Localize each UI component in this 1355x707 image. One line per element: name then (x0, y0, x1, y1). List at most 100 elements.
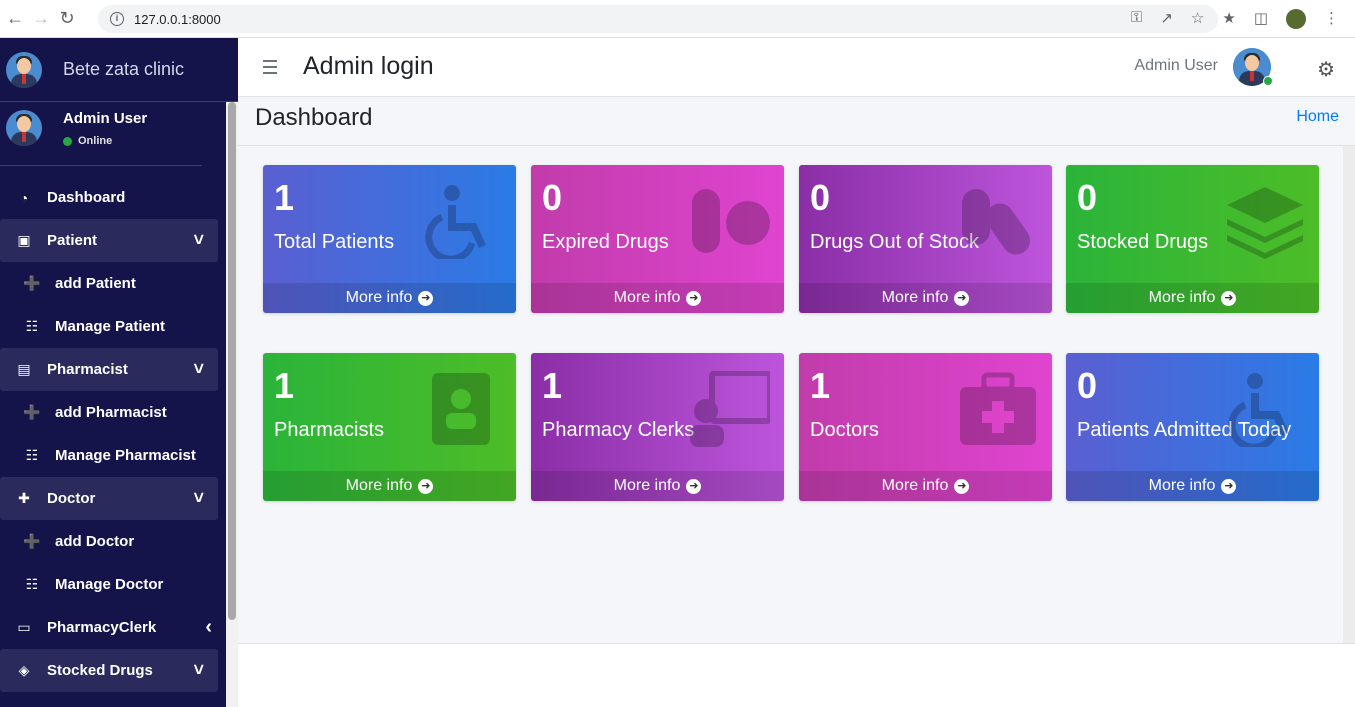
sidebar-item-label: Pharmacist (47, 361, 128, 378)
user-name[interactable]: Admin User (63, 110, 147, 127)
page-header-title: Admin login (303, 52, 434, 80)
more-info-link[interactable]: More info ➜ (1066, 283, 1319, 313)
sidebar-scrollbar[interactable] (226, 102, 238, 707)
more-info-label: More info (881, 477, 949, 494)
share-icon[interactable]: ↗ (1160, 9, 1173, 29)
sidebar-item-label: add Pharmacist (55, 404, 167, 421)
stat-label: Doctors (810, 419, 879, 441)
pills-icon (690, 183, 770, 259)
side-panel-icon[interactable]: ◫ (1254, 9, 1268, 29)
sidebar-item-label: Manage Patient (55, 318, 166, 335)
stat-count: 0 (810, 177, 831, 218)
arrow-circle-right-icon: ➜ (954, 290, 970, 306)
star-icon[interactable]: ☆ (1191, 9, 1204, 29)
stat-label: Stocked Drugs (1077, 231, 1209, 253)
chalkboard-teacher-icon: ▭ (17, 619, 31, 635)
sidebar-item-label: Stocked Drugs (47, 662, 153, 679)
layers-icon (1225, 183, 1305, 259)
stat-card-total-patients: 1 Total Patients More info ➜ (263, 165, 516, 313)
menu-kebab-icon[interactable]: ⋮ (1324, 9, 1339, 29)
stat-label: Total Patients (274, 231, 395, 253)
sidebar-item-add-patient[interactable]: ➕ add Patient (0, 262, 226, 305)
more-info-label: More info (881, 289, 949, 306)
sidebar-item-stocked-drugs[interactable]: ◈ Stocked Drugs ˅ (0, 649, 218, 692)
page-footer (238, 643, 1355, 707)
header-user-avatar[interactable] (1233, 48, 1273, 86)
user-avatar[interactable] (6, 110, 42, 146)
arrow-circle-right-icon: ➜ (1221, 478, 1237, 494)
more-info-link[interactable]: More info ➜ (263, 471, 516, 501)
more-info-label: More info (345, 477, 413, 494)
more-info-link[interactable]: More info ➜ (263, 283, 516, 313)
chevron-down-icon: ˅ (193, 660, 204, 680)
breadcrumb-home[interactable]: Home (1296, 108, 1339, 126)
more-info-link[interactable]: More info ➜ (799, 283, 1052, 313)
key-icon[interactable]: ⚿ (1131, 9, 1142, 29)
more-info-label: More info (1148, 477, 1216, 494)
sidebar-item-label: add Patient (55, 275, 136, 292)
address-book-icon (422, 371, 502, 447)
grid-icon: ☷ (25, 576, 39, 592)
more-info-link[interactable]: More info ➜ (799, 471, 1052, 501)
top-navbar: Admin login Admin User ⚙ (238, 38, 1355, 97)
sidebar-item-label: PharmacyClerk (47, 619, 157, 636)
brand-link[interactable]: Bete zata clinic (0, 38, 238, 102)
stat-count: 0 (1077, 365, 1098, 406)
chevron-down-icon: ˅ (193, 488, 204, 508)
more-info-label: More info (345, 289, 413, 306)
sidebar-item-label: Doctor (47, 490, 96, 507)
layers-icon: ◈ (18, 662, 30, 678)
gear-icon[interactable]: ⚙ (1317, 57, 1335, 82)
more-info-label: More info (1148, 289, 1216, 306)
sidebar-item-manage-doctor[interactable]: ☷ Manage Doctor (0, 563, 226, 606)
sidebar: Bete zata clinic Admin User Online ◔ Dash… (0, 38, 238, 707)
user-plus-icon: ➕ (23, 533, 41, 549)
sidebar-item-pharmacyclerk[interactable]: ▭ PharmacyClerk ‹ (0, 606, 226, 649)
chevron-down-icon: ˅ (193, 359, 204, 379)
hospital-user-icon: ▣ (17, 232, 31, 248)
more-info-label: More info (613, 477, 681, 494)
online-dot-icon (63, 136, 72, 146)
hamburger-menu-icon[interactable] (263, 60, 277, 78)
online-indicator (1263, 76, 1273, 86)
medkit-icon: ✚ (18, 490, 30, 506)
sidebar-item-manage-patient[interactable]: ☷ Manage Patient (0, 305, 226, 348)
header-user-name[interactable]: Admin User (1134, 57, 1218, 75)
sidebar-item-add-doctor[interactable]: ➕ add Doctor (0, 520, 226, 563)
tachometer-icon: ◔ (19, 189, 29, 206)
stat-card-stocked-drugs: 0 Stocked Drugs More info ➜ (1066, 165, 1319, 313)
reload-icon[interactable]: ↻ (56, 8, 78, 30)
profile-avatar[interactable] (1286, 9, 1306, 29)
sidebar-item-dashboard[interactable]: ◔ Dashboard (0, 176, 226, 219)
stat-label: Pharmacy Clerks (542, 419, 695, 441)
grid-icon: ☷ (25, 318, 39, 334)
capsules-icon (958, 183, 1038, 259)
site-info-icon[interactable]: i (110, 12, 124, 26)
sidebar-item-doctor[interactable]: ✚ Doctor ˅ (0, 477, 218, 520)
sidebar-item-patient[interactable]: ▣ Patient ˅ (0, 219, 218, 262)
stat-card-expired-drugs: 0 Expired Drugs More info ➜ (531, 165, 784, 313)
back-icon[interactable]: ← (4, 8, 26, 30)
sidebar-item-label: Patient (47, 232, 98, 249)
forward-icon[interactable]: → (30, 8, 52, 30)
sidebar-item-pharmacist[interactable]: ▤ Pharmacist ˅ (0, 348, 218, 391)
grid-icon: ☷ (25, 447, 39, 463)
wheelchair-icon (1225, 371, 1305, 451)
url-text: 127.0.0.1:8000 (134, 11, 221, 27)
sidebar-item-add-pharmacist[interactable]: ➕ add Pharmacist (0, 391, 226, 434)
sidebar-item-label: Dashboard (47, 189, 126, 206)
extensions-icon[interactable]: ★ (1222, 9, 1235, 29)
stat-count: 1 (274, 365, 295, 406)
sidebar-item-manage-pharmacist[interactable]: ☷ Manage Pharmacist (0, 434, 226, 477)
sidebar-nav: ◔ Dashboard ▣ Patient ˅ ➕ add Patient ☷ Manage P… (0, 166, 226, 692)
user-plus-icon: ➕ (23, 275, 41, 291)
more-info-link[interactable]: More info ➜ (531, 471, 784, 501)
stat-count: 1 (810, 365, 831, 406)
address-bar[interactable]: i 127.0.0.1:8000 (98, 5, 1218, 33)
content-scroll-gutter (1343, 146, 1355, 643)
status-label: Online (78, 135, 113, 147)
main-content: Dashboard Home 1 Total Patients More info ➜… (238, 97, 1355, 643)
more-info-link[interactable]: More info ➜ (1066, 471, 1319, 501)
more-info-link[interactable]: More info ➜ (531, 283, 784, 313)
stat-count: 1 (274, 177, 295, 218)
